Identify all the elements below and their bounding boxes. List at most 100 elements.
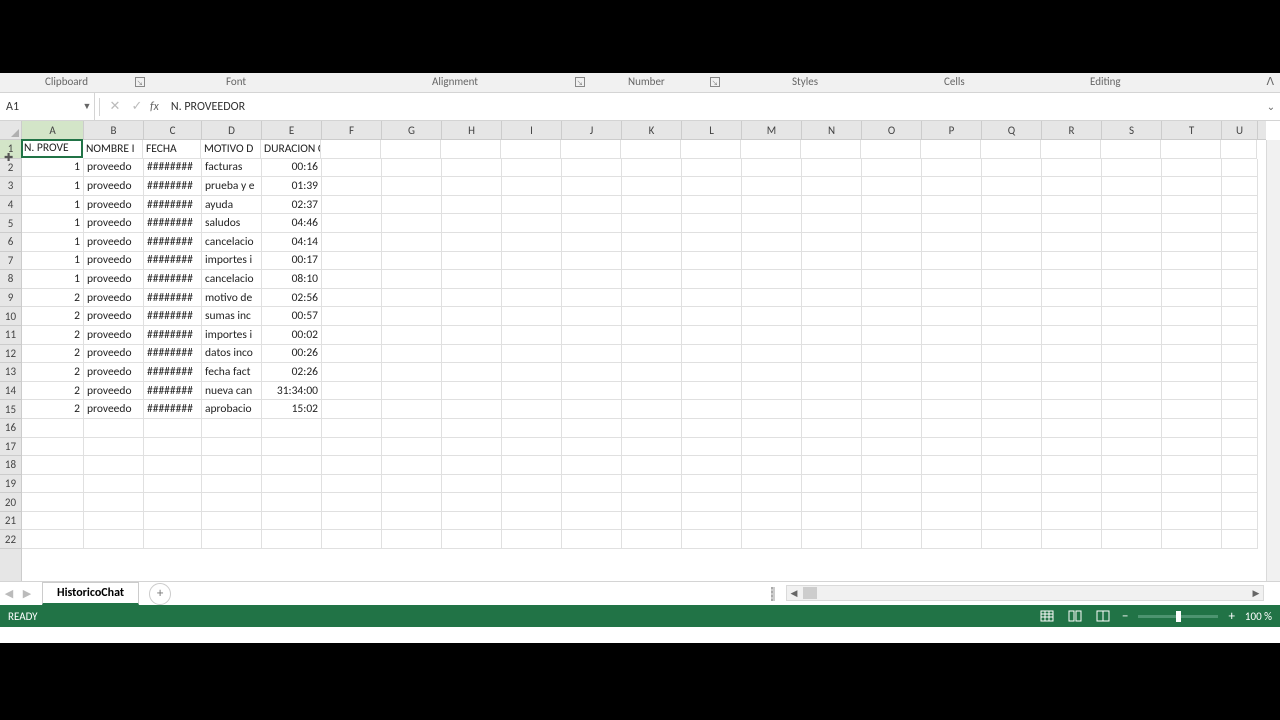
row-header[interactable]: 8 (0, 270, 21, 289)
cell[interactable] (562, 419, 622, 438)
cell[interactable] (382, 196, 442, 215)
cell[interactable] (622, 363, 682, 382)
cell[interactable] (1162, 419, 1222, 438)
cell[interactable] (1162, 307, 1222, 326)
cell[interactable] (802, 512, 862, 531)
cell[interactable]: proveedo (84, 159, 144, 178)
ribbon-group-cells[interactable]: Cells (944, 75, 965, 88)
zoom-out-button[interactable]: − (1122, 609, 1128, 624)
cell[interactable] (622, 214, 682, 233)
cell[interactable] (682, 159, 742, 178)
cell[interactable] (922, 382, 982, 401)
cell[interactable] (502, 475, 562, 494)
cell[interactable] (1162, 159, 1222, 178)
cell[interactable] (22, 530, 84, 549)
hscroll-thumb[interactable] (803, 587, 817, 599)
ribbon-group-number[interactable]: Number (628, 75, 665, 88)
cell[interactable] (1042, 307, 1102, 326)
cell[interactable]: 00:17 (262, 252, 322, 271)
cell[interactable] (742, 456, 802, 475)
cell[interactable] (1042, 214, 1102, 233)
ribbon-collapse-icon[interactable]: ᐱ (1266, 75, 1274, 88)
cell[interactable] (861, 140, 921, 159)
cell[interactable] (682, 493, 742, 512)
column-header[interactable]: K (622, 121, 682, 139)
cell[interactable] (862, 326, 922, 345)
cell[interactable] (1102, 475, 1162, 494)
cell[interactable] (742, 419, 802, 438)
column-header[interactable]: L (682, 121, 742, 139)
cell[interactable] (1222, 493, 1258, 512)
cell[interactable] (1102, 270, 1162, 289)
cell[interactable] (862, 382, 922, 401)
column-header[interactable]: H (442, 121, 502, 139)
row-header[interactable]: 15 (0, 400, 21, 419)
row-header[interactable]: 16 (0, 419, 21, 438)
cell[interactable] (502, 252, 562, 271)
cell[interactable] (502, 233, 562, 252)
cell[interactable] (144, 530, 202, 549)
cell[interactable] (442, 512, 502, 531)
cell[interactable] (1042, 419, 1102, 438)
cell[interactable]: 02:26 (262, 363, 322, 382)
cell[interactable] (1162, 345, 1222, 364)
cell[interactable] (862, 512, 922, 531)
hscroll-right-icon[interactable]: ▶ (1249, 588, 1263, 599)
cell[interactable] (922, 475, 982, 494)
cell[interactable] (1102, 456, 1162, 475)
column-header[interactable]: J (562, 121, 622, 139)
cell[interactable] (742, 475, 802, 494)
cell[interactable] (682, 233, 742, 252)
row-header[interactable]: 4 (0, 196, 21, 215)
cell[interactable] (1222, 345, 1258, 364)
cell[interactable] (862, 363, 922, 382)
fx-icon[interactable]: fx (150, 100, 159, 114)
cell[interactable]: DURACION CHAT (261, 140, 321, 159)
cell[interactable] (682, 252, 742, 271)
cell[interactable] (742, 196, 802, 215)
cell[interactable] (622, 345, 682, 364)
cell[interactable] (622, 456, 682, 475)
cell[interactable] (502, 307, 562, 326)
cell[interactable] (682, 289, 742, 308)
cell[interactable] (742, 159, 802, 178)
cell[interactable] (622, 438, 682, 457)
cell[interactable] (562, 270, 622, 289)
cell[interactable] (562, 512, 622, 531)
cell[interactable] (1162, 475, 1222, 494)
cell[interactable] (502, 530, 562, 549)
cell[interactable] (1162, 512, 1222, 531)
cell[interactable] (442, 252, 502, 271)
cell[interactable] (382, 363, 442, 382)
column-header[interactable]: R (1042, 121, 1102, 139)
cell[interactable] (742, 512, 802, 531)
cell[interactable] (982, 530, 1042, 549)
cell[interactable] (84, 493, 144, 512)
ribbon-group-styles[interactable]: Styles (792, 75, 818, 88)
cell[interactable] (802, 326, 862, 345)
cell[interactable] (1041, 140, 1101, 159)
cell[interactable] (1042, 252, 1102, 271)
cell[interactable]: datos inco (202, 345, 262, 364)
cell[interactable] (442, 307, 502, 326)
cell[interactable] (442, 400, 502, 419)
select-all-triangle[interactable] (0, 121, 22, 140)
alignment-launcher-icon[interactable]: ↘ (575, 77, 585, 87)
number-launcher-icon[interactable]: ↘ (710, 77, 720, 87)
cell[interactable] (982, 196, 1042, 215)
cell[interactable] (322, 270, 382, 289)
cell[interactable]: MOTIVO D (201, 140, 261, 159)
cell[interactable] (22, 493, 84, 512)
cell[interactable] (621, 140, 681, 159)
cell[interactable]: proveedo (84, 177, 144, 196)
row-header[interactable]: 9 (0, 289, 21, 308)
cell[interactable]: proveedo (84, 252, 144, 271)
cell[interactable]: 04:46 (262, 214, 322, 233)
cell[interactable] (382, 382, 442, 401)
cell[interactable] (862, 214, 922, 233)
cell[interactable] (922, 493, 982, 512)
cell[interactable] (442, 475, 502, 494)
cell[interactable] (322, 512, 382, 531)
cell[interactable] (22, 456, 84, 475)
cell[interactable] (922, 438, 982, 457)
